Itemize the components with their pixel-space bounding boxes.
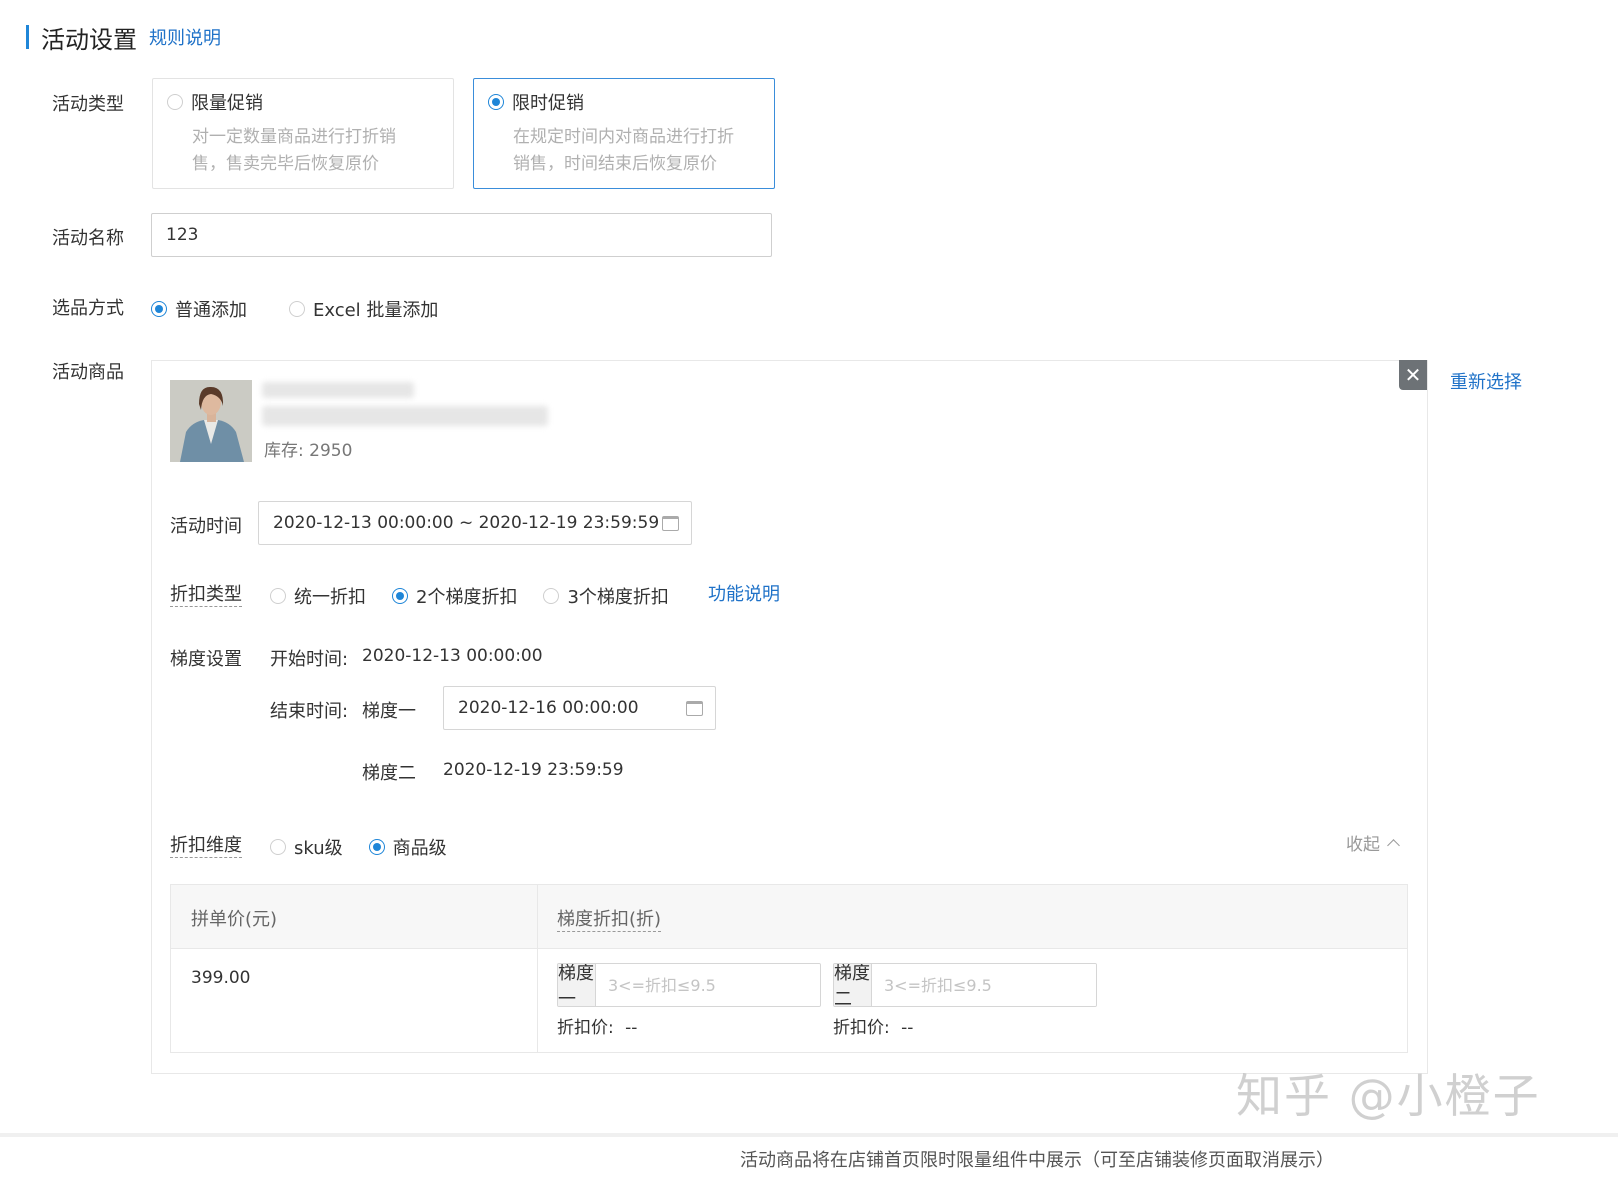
tier-one-end-picker[interactable]: 2020-12-16 00:00:00 bbox=[443, 686, 716, 730]
tier-two-discount-field[interactable] bbox=[872, 964, 1096, 1006]
activity-time-label: 活动时间 bbox=[170, 516, 242, 537]
selection-option-normal[interactable]: 普通添加 bbox=[151, 296, 247, 322]
dimension-option-product[interactable]: 商品级 bbox=[368, 834, 447, 860]
type-card-desc: 对一定数量商品进行打折销 售，售卖完毕后恢复原价 bbox=[192, 124, 439, 178]
table-header bbox=[171, 885, 1407, 949]
section-header: 活动设置 规则说明 bbox=[26, 22, 221, 54]
tier-two-discount-input[interactable]: 梯度二 bbox=[833, 963, 1097, 1007]
activity-time-value: 2020-12-13 00:00:00 ~ 2020-12-19 23:59:5… bbox=[273, 513, 660, 533]
selection-option-excel[interactable]: Excel 批量添加 bbox=[289, 296, 438, 322]
discount-dimension-label-text: 折扣维度 bbox=[170, 835, 242, 858]
type-card-desc-line: 售，售卖完毕后恢复原价 bbox=[192, 154, 379, 174]
type-card-desc-line: 销售，时间结束后恢复原价 bbox=[513, 154, 717, 174]
tier-two-discount-price: 折扣价: -- bbox=[833, 1013, 913, 1038]
radio-time-promo[interactable] bbox=[488, 94, 504, 110]
header-tier-discount-text: 梯度折扣(折) bbox=[557, 909, 662, 932]
cell-group-price: 399.00 bbox=[191, 968, 251, 988]
tier-one-discount-price: 折扣价: -- bbox=[557, 1013, 637, 1038]
column-divider bbox=[537, 885, 538, 1052]
tier-one-discount-input[interactable]: 梯度一 bbox=[557, 963, 821, 1007]
header-tier-discount: 梯度折扣(折) bbox=[557, 905, 662, 932]
footer-divider bbox=[0, 1133, 1618, 1137]
collapse-button[interactable]: 收起 bbox=[1346, 830, 1400, 855]
discount-dimension-label: 折扣维度 bbox=[170, 831, 242, 858]
reselect-link[interactable]: 重新选择 bbox=[1450, 368, 1522, 394]
title-accent-bar bbox=[26, 25, 29, 49]
option-label: 3个梯度折扣 bbox=[567, 587, 669, 608]
activity-name-label: 活动名称 bbox=[52, 228, 124, 249]
tier-two-addon: 梯度二 bbox=[834, 963, 872, 1007]
dimension-option-sku[interactable]: sku级 bbox=[270, 834, 343, 860]
tier-one-discount-field[interactable] bbox=[596, 964, 820, 1006]
option-label: 普通添加 bbox=[175, 300, 247, 321]
discount-dimension-group: sku级 商品级 bbox=[270, 834, 473, 860]
radio-quantity-promo[interactable] bbox=[167, 94, 183, 110]
radio-excel-add[interactable] bbox=[289, 301, 305, 317]
type-card-title: 限量促销 bbox=[191, 93, 263, 114]
activity-time-picker[interactable]: 2020-12-13 00:00:00 ~ 2020-12-19 23:59:5… bbox=[258, 501, 692, 545]
calendar-icon bbox=[662, 515, 679, 531]
discount-price-value: -- bbox=[901, 1018, 914, 1038]
rules-link[interactable]: 规则说明 bbox=[149, 24, 221, 50]
selection-method-group: 普通添加 Excel 批量添加 bbox=[151, 296, 464, 322]
type-card-desc: 在规定时间内对商品进行打折 销售，时间结束后恢复原价 bbox=[513, 124, 760, 178]
function-help-link[interactable]: 功能说明 bbox=[708, 580, 780, 606]
watermark: 知乎 @小橙子 bbox=[1236, 1069, 1541, 1123]
option-label: 统一折扣 bbox=[294, 587, 366, 608]
radio-normal-add[interactable] bbox=[151, 301, 167, 317]
discount-option-three-tier[interactable]: 3个梯度折扣 bbox=[543, 583, 669, 609]
tier-two-label: 梯度二 bbox=[362, 763, 416, 784]
type-card-quantity[interactable]: 限量促销 对一定数量商品进行打折销 售，售卖完毕后恢复原价 bbox=[152, 78, 454, 189]
option-label: sku级 bbox=[294, 838, 343, 859]
tier-one-end-value: 2020-12-16 00:00:00 bbox=[458, 698, 639, 718]
tier-one-label: 梯度一 bbox=[362, 701, 416, 722]
discount-price-label: 折扣价: bbox=[557, 1018, 614, 1038]
blurred-product-title bbox=[262, 406, 548, 426]
product-image bbox=[170, 380, 252, 462]
option-label: 2个梯度折扣 bbox=[416, 587, 518, 608]
type-card-desc-line: 在规定时间内对商品进行打折 bbox=[513, 127, 734, 147]
selection-method-label: 选品方式 bbox=[52, 298, 124, 319]
end-time-label: 结束时间: bbox=[270, 701, 349, 722]
type-card-title: 限时促销 bbox=[512, 93, 584, 114]
collapse-label: 收起 bbox=[1346, 835, 1380, 855]
chevron-up-icon bbox=[1387, 838, 1400, 852]
tier-one-addon: 梯度一 bbox=[558, 963, 596, 1007]
blurred-product-title bbox=[262, 382, 414, 398]
radio-product-level[interactable] bbox=[368, 839, 385, 855]
price-table: 拼单价(元) 梯度折扣(折) 399.00 梯度一 折扣价: -- 梯度二 折扣… bbox=[170, 884, 1408, 1053]
close-icon[interactable]: ✕ bbox=[1399, 360, 1427, 390]
option-label: Excel 批量添加 bbox=[313, 300, 439, 321]
start-time-label: 开始时间: bbox=[270, 649, 349, 670]
radio-two-tier-discount[interactable] bbox=[392, 588, 408, 604]
discount-type-group: 统一折扣 2个梯度折扣 3个梯度折扣 bbox=[270, 583, 695, 609]
option-label: 商品级 bbox=[392, 838, 447, 859]
tier-two-end-value: 2020-12-19 23:59:59 bbox=[443, 760, 624, 780]
discount-option-two-tier[interactable]: 2个梯度折扣 bbox=[392, 583, 517, 609]
stock-text: 库存: 2950 bbox=[264, 441, 353, 461]
start-time-value: 2020-12-13 00:00:00 bbox=[362, 646, 543, 666]
discount-type-label-text: 折扣类型 bbox=[170, 584, 242, 607]
activity-type-label: 活动类型 bbox=[52, 94, 124, 115]
discount-price-value: -- bbox=[625, 1018, 638, 1038]
calendar-icon bbox=[686, 700, 703, 716]
page-title: 活动设置 bbox=[41, 25, 137, 54]
radio-sku-level[interactable] bbox=[270, 839, 286, 855]
radio-uniform-discount[interactable] bbox=[270, 588, 286, 604]
radio-three-tier-discount[interactable] bbox=[543, 588, 560, 604]
footer-note: 活动商品将在店铺首页限时限量组件中展示（可至店铺装修页面取消展示） bbox=[740, 1150, 1334, 1171]
discount-option-uniform[interactable]: 统一折扣 bbox=[270, 583, 366, 609]
tier-settings-label: 梯度设置 bbox=[170, 649, 242, 670]
discount-type-label: 折扣类型 bbox=[170, 580, 242, 607]
activity-name-input[interactable] bbox=[151, 213, 772, 257]
type-card-time[interactable]: 限时促销 在规定时间内对商品进行打折 销售，时间结束后恢复原价 bbox=[473, 78, 775, 189]
discount-price-label: 折扣价: bbox=[833, 1018, 890, 1038]
activity-goods-label: 活动商品 bbox=[52, 362, 124, 383]
header-group-price: 拼单价(元) bbox=[191, 909, 278, 930]
type-card-desc-line: 对一定数量商品进行打折销 bbox=[192, 127, 396, 147]
